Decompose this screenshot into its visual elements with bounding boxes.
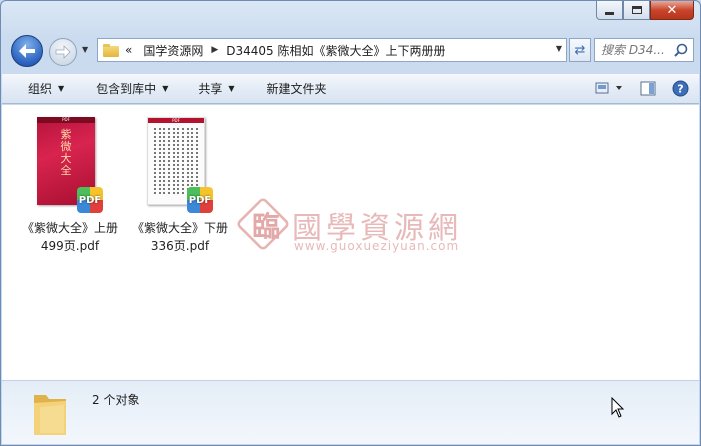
folder-icon [34, 395, 66, 435]
share-label: 共享 [198, 82, 223, 96]
forward-button[interactable] [49, 38, 77, 66]
cover-title-char: 全 [60, 164, 72, 177]
watermark-url: www.guoxueziyuan.com [294, 239, 460, 253]
file-list-view[interactable]: PDF 紫 微 大 全 PDF 《紫微大全》上册 499页.pdf PDF PD… [2, 105, 699, 380]
address-history-dropdown[interactable]: ▼ [556, 44, 562, 53]
caret-down-icon: ▼ [58, 84, 65, 93]
search-input[interactable] [601, 43, 677, 57]
include-in-library-label: 包含到库中 [96, 82, 157, 96]
close-icon: ✕ [666, 2, 678, 18]
pdf-badge-label: PDF [188, 194, 212, 206]
file-item-volume-2[interactable]: PDF PDF 《紫微大全》下册 336页.pdf [125, 117, 235, 255]
search-box[interactable] [594, 38, 694, 62]
item-count: 2 个对象 [92, 393, 140, 407]
site-watermark: 臨 國學資源網 www.guoxueziyuan.com [235, 196, 470, 261]
chevron-right-icon[interactable]: ▶ [208, 45, 221, 55]
mouse-cursor-icon [611, 397, 625, 418]
include-in-library-menu[interactable]: 包含到库中 ▼ [76, 77, 180, 101]
maximize-button[interactable] [623, 1, 650, 20]
pdf-badge-label: PDF [78, 194, 102, 206]
text-columns [154, 128, 198, 194]
file-name: 《紫微大全》下册 336页.pdf [125, 219, 235, 255]
minimize-icon [605, 11, 614, 15]
caret-down-icon: ▼ [162, 84, 169, 93]
close-button[interactable]: ✕ [650, 1, 694, 20]
pdf-thumbnail: PDF PDF [147, 117, 213, 213]
breadcrumb-overflow[interactable]: « [123, 43, 138, 57]
toolbar-right: ? [593, 77, 691, 99]
share-menu[interactable]: 共享 ▼ [180, 77, 246, 101]
breadcrumb-current[interactable]: D34405 陈相如《紫微大全》上下两册册 [221, 42, 450, 59]
navigation-bar: ▼ « 国学资源网 ▶ D34405 陈相如《紫微大全》上下两册册 ▼ ⇄ [9, 32, 694, 67]
preview-pane-icon [640, 81, 656, 95]
watermark-logo-glyph: 臨 [252, 210, 281, 243]
file-name-line: 336页.pdf [150, 239, 210, 253]
recent-pages-dropdown[interactable]: ▼ [82, 45, 88, 54]
refresh-button[interactable]: ⇄ [569, 38, 591, 62]
refresh-icon: ⇄ [574, 42, 586, 58]
caption-buttons: ✕ [596, 1, 694, 20]
explorer-window: ✕ ▼ « 国学资源网 ▶ D34405 陈相如《紫微大全》上下两册册 ▼ ⇄ … [0, 0, 701, 446]
breadcrumb-root[interactable]: 国学资源网 [138, 42, 208, 59]
page-top-band: PDF [148, 118, 204, 123]
new-folder-button[interactable]: 新建文件夹 [247, 77, 339, 101]
minimize-button[interactable] [596, 1, 623, 20]
pdf-file-icon: PDF [187, 187, 213, 213]
file-name-line: 《紫微大全》上册 [21, 221, 118, 235]
cover-top-band: PDF [37, 117, 95, 123]
file-name-line: 《紫微大全》下册 [131, 221, 228, 235]
arrow-left-icon [19, 44, 35, 58]
pdf-thumbnail: PDF 紫 微 大 全 PDF [37, 117, 103, 213]
command-bar: 组织 ▼ 包含到库中 ▼ 共享 ▼ 新建文件夹 ? [2, 74, 699, 104]
cover-title: 紫 微 大 全 [60, 129, 72, 177]
address-bar[interactable]: « 国学资源网 ▶ D34405 陈相如《紫微大全》上下两册册 ▼ [97, 38, 567, 62]
arrow-right-icon [55, 45, 71, 59]
pdf-file-icon: PDF [77, 187, 103, 213]
help-button[interactable]: ? [669, 77, 691, 99]
file-item-volume-1[interactable]: PDF 紫 微 大 全 PDF 《紫微大全》上册 499页.pdf [15, 117, 125, 255]
svg-text:?: ? [677, 82, 683, 95]
back-button[interactable] [11, 35, 43, 67]
maximize-icon [631, 6, 642, 14]
organize-label: 组织 [28, 82, 53, 96]
preview-pane-button[interactable] [637, 77, 659, 99]
caret-down-icon: ▼ [228, 84, 235, 93]
file-name: 《紫微大全》上册 499页.pdf [15, 219, 125, 255]
search-icon [674, 43, 688, 57]
organize-menu[interactable]: 组织 ▼ [2, 77, 76, 101]
new-folder-label: 新建文件夹 [266, 82, 327, 96]
file-name-line: 499页.pdf [40, 239, 100, 253]
view-icon [595, 82, 622, 94]
details-pane: 2 个对象 [2, 380, 699, 444]
help-icon: ? [672, 80, 688, 96]
folder-icon [103, 43, 119, 57]
change-view-button[interactable] [593, 77, 627, 99]
